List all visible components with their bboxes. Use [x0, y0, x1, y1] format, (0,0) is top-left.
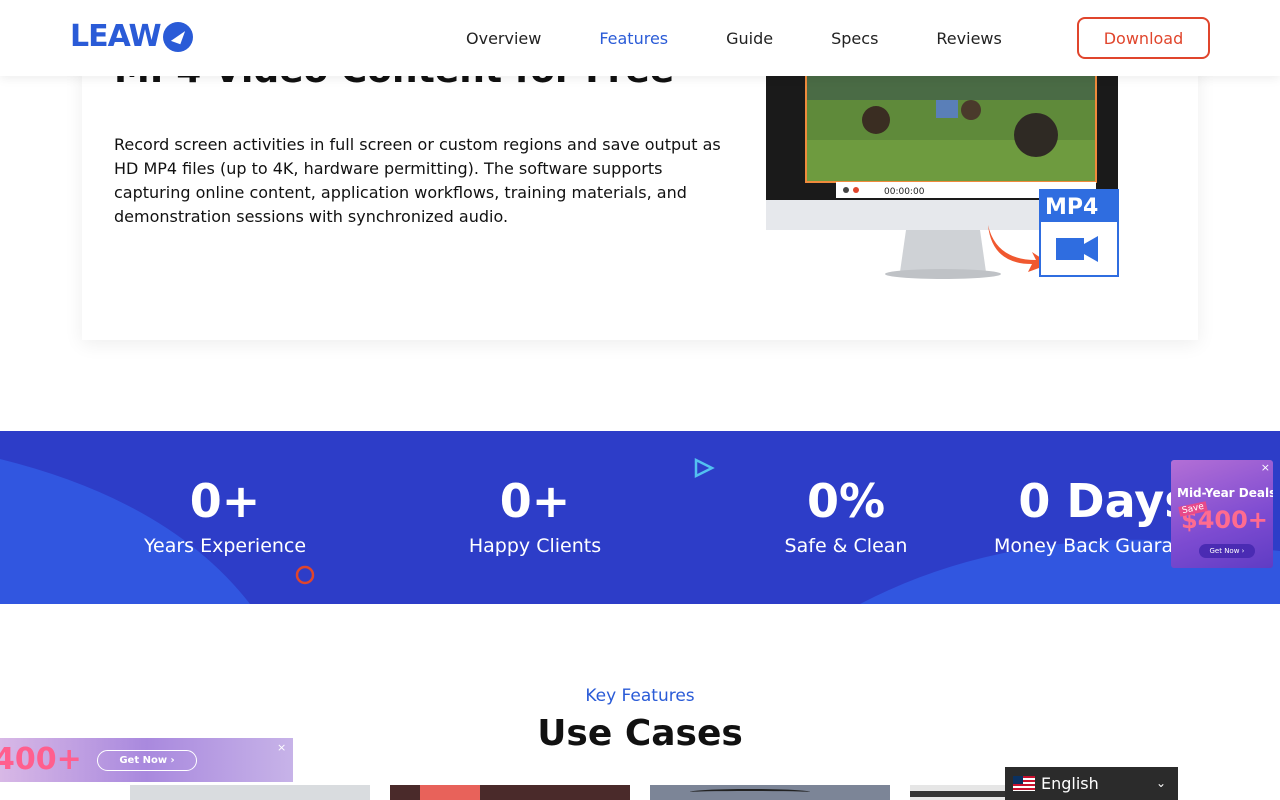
nav-features[interactable]: Features	[599, 29, 668, 48]
stat-clients: 0+ Happy Clients	[405, 475, 665, 557]
promo-right-get-now-button[interactable]: Get Now ›	[1199, 544, 1255, 558]
nav-guide[interactable]: Guide	[726, 29, 773, 48]
promo-popup-right[interactable]: × Mid-Year Deals $400+ Save Get Now ›	[1171, 460, 1273, 568]
leawo-logo[interactable]: LEAW	[70, 21, 193, 53]
stat-safe: 0% Safe & Clean	[716, 475, 976, 557]
stat-safe-value: 0%	[806, 474, 886, 528]
logo-badge-icon	[162, 22, 193, 52]
language-label: English	[1041, 774, 1099, 793]
stat-safe-label: Safe & Clean	[784, 535, 908, 557]
stats-band: 0+ Years Experience 0+ Happy Clients 0% …	[0, 431, 1280, 604]
use-case-thumb-2[interactable]	[390, 785, 630, 800]
logo-text: LEAW	[70, 19, 162, 54]
promo-banner-left[interactable]: 400+ Get Now › ×	[0, 738, 293, 782]
key-features-eyebrow: Key Features	[585, 686, 695, 706]
site-header: LEAW Overview Features Guide Specs Revie…	[0, 0, 1280, 76]
nav-overview[interactable]: Overview	[466, 29, 541, 48]
stat-years-label: Years Experience	[143, 535, 307, 557]
use-case-thumb-1[interactable]	[130, 785, 370, 800]
stat-clients-value: 0+	[499, 474, 571, 528]
stat-years: 0+ Years Experience	[95, 475, 355, 557]
monitor-timer: 00:00:00	[884, 187, 925, 197]
us-flag-icon	[1013, 776, 1035, 791]
promo-left-get-now-button[interactable]: Get Now ›	[97, 750, 197, 771]
language-selector[interactable]: English ⌄	[1005, 767, 1178, 800]
nav-specs[interactable]: Specs	[831, 29, 878, 48]
promo-left-close-icon[interactable]: ×	[277, 741, 286, 754]
promo-right-close-icon[interactable]: ×	[1261, 461, 1270, 474]
monitor-illustration: 00:00:00 MP4	[766, 60, 1119, 279]
feature-description: Record screen activities in full screen …	[114, 135, 721, 226]
stat-clients-label: Happy Clients	[468, 535, 602, 557]
download-button[interactable]: Download	[1077, 17, 1210, 59]
main-nav: Overview Features Guide Specs Reviews	[466, 0, 1060, 76]
mp4-badge: MP4	[1045, 195, 1098, 220]
use-case-thumb-3[interactable]	[650, 785, 890, 800]
nav-reviews[interactable]: Reviews	[936, 29, 1001, 48]
chevron-down-icon: ⌄	[1155, 776, 1166, 790]
promo-left-amount: 400+	[0, 742, 82, 777]
stat-years-value: 0+	[189, 474, 261, 528]
promo-right-title: Mid-Year Deals	[1177, 486, 1273, 500]
page: MP4 Video Content for Free Record screen…	[0, 0, 1280, 800]
